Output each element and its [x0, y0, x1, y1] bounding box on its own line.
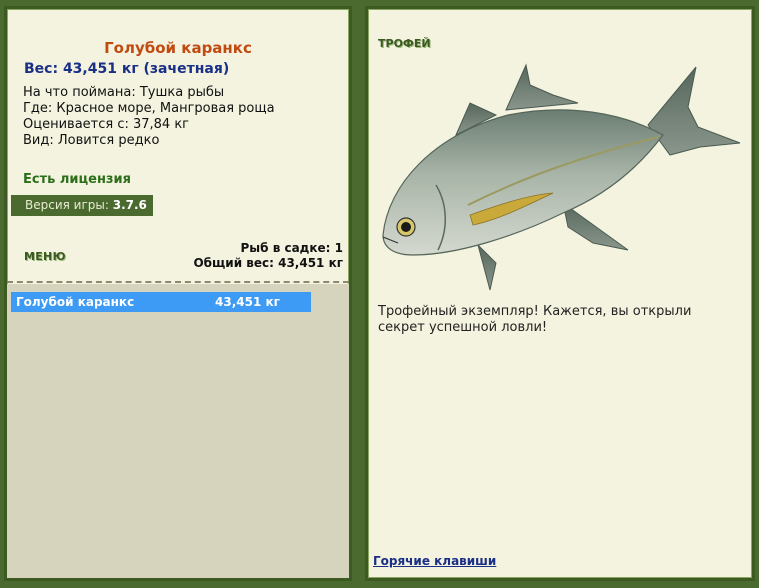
cage-item-weight: 43,451 кг [215, 295, 280, 309]
catch-details: На что поймана: Тушка рыбы Где: Красное … [23, 85, 275, 149]
version-value: 3.7.6 [112, 198, 147, 212]
catch-info-panel: Голубой каранкс Вес: 43,451 кг (зачетная… [4, 6, 352, 581]
fish-weight: Вес: 43,451 кг (зачетная) [24, 61, 230, 77]
cage-stats: Рыб в садке: 1 Общий вес: 43,451 кг [193, 241, 343, 271]
fish-image [382, 63, 741, 291]
version-label: Версия игры: [25, 198, 109, 212]
value-line: Оценивается с: 37,84 кг [23, 117, 190, 132]
cage-count: Рыб в садке: 1 [240, 241, 344, 255]
game-version: Версия игры: 3.7.6 [11, 195, 153, 216]
trophy-message: Трофейный экземпляр! Кажется, вы открыли… [378, 304, 692, 335]
location-line: Где: Красное море, Мангровая роща [23, 101, 275, 116]
cage-total-weight: Общий вес: 43,451 кг [193, 256, 343, 270]
cage-item-name: Голубой каранкс [16, 295, 135, 309]
bait-line: На что поймана: Тушка рыбы [23, 85, 225, 100]
fish-name: Голубой каранкс [104, 39, 252, 57]
divider [7, 281, 349, 283]
rarity-line: Вид: Ловится редко [23, 133, 160, 148]
cage-list-item[interactable]: Голубой каранкс 43,451 кг [11, 292, 311, 312]
license-status: Есть лицензия [23, 172, 131, 187]
trophy-label: ТРОФЕЙ [378, 37, 431, 50]
trophy-panel: ТРОФЕЙ Трофейный экземпляр! Кажется, вы … [365, 6, 755, 581]
menu-button[interactable]: МЕНЮ [24, 250, 66, 263]
hotkeys-link[interactable]: Горячие клавиши [373, 554, 496, 568]
cage-list: Голубой каранкс 43,451 кг [7, 284, 349, 578]
